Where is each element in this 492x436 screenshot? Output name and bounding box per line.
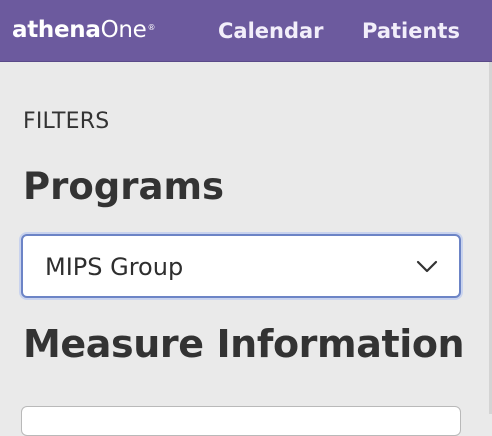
nav-patients-link[interactable]: Patients <box>362 17 460 45</box>
logo-text-one: One <box>100 17 147 43</box>
nav-calendar-link[interactable]: Calendar <box>218 17 324 45</box>
logo-text-athena: athena <box>12 17 101 43</box>
programs-dropdown-value: MIPS Group <box>45 253 184 281</box>
top-navigation-bar: athenaOne® Calendar Patients <box>0 0 492 62</box>
filters-panel: FILTERS Programs MIPS Group Measure Info… <box>0 62 492 436</box>
chevron-down-icon <box>416 260 438 273</box>
registered-mark: ® <box>147 23 156 32</box>
filters-section-label: FILTERS <box>23 109 110 134</box>
measure-information-heading: Measure Information <box>23 322 465 366</box>
measure-information-field[interactable] <box>21 406 461 436</box>
programs-heading: Programs <box>23 165 225 208</box>
athenaone-logo[interactable]: athenaOne® <box>12 15 156 45</box>
programs-dropdown[interactable]: MIPS Group <box>21 234 461 298</box>
